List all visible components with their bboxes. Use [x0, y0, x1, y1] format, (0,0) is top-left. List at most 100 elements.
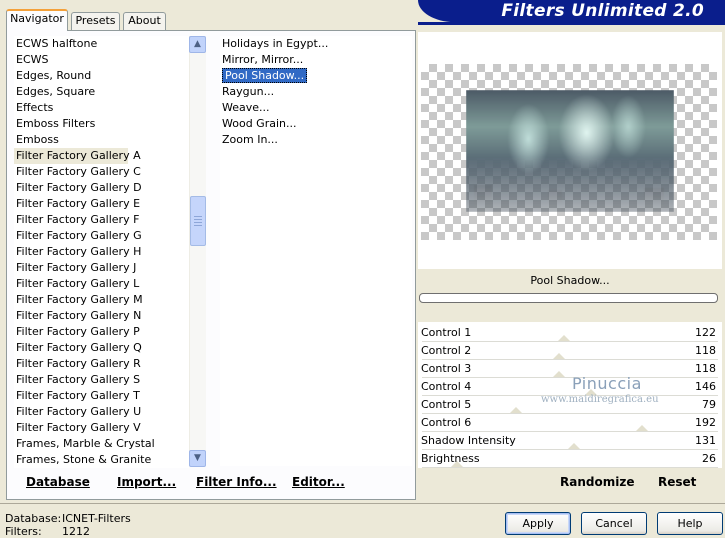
preview-image — [466, 90, 674, 212]
tab-navigator[interactable]: Navigator — [6, 9, 68, 31]
category-item[interactable]: Edges, Square — [14, 84, 189, 100]
database-status-value: ICNET-Filters — [62, 512, 131, 525]
control-slider-row[interactable]: Control 1 122 — [418, 324, 722, 342]
watermark-url: www.maidiregrafica.eu — [541, 394, 659, 405]
slider-thumb[interactable] — [553, 371, 566, 377]
category-item[interactable]: Filter Factory Gallery Q — [14, 340, 189, 356]
category-item[interactable]: Filter Factory Gallery P — [14, 324, 189, 340]
app-title: Filters Unlimited 2.0 — [501, 1, 704, 21]
thumb-grip — [194, 216, 202, 217]
control-slider-row[interactable]: Brightness 26 — [418, 450, 722, 468]
filter-item[interactable]: Weave... — [220, 100, 412, 116]
category-item[interactable]: Frames, Marble & Crystal — [14, 436, 189, 452]
category-item[interactable]: Filter Factory Gallery F — [14, 212, 189, 228]
category-item[interactable]: Filter Factory Gallery J — [14, 260, 189, 276]
category-item[interactable]: Filter Factory Gallery U — [14, 404, 189, 420]
slider-thumb[interactable] — [553, 353, 566, 359]
control-label: Brightness — [421, 452, 480, 465]
database-button[interactable]: Database — [26, 472, 90, 492]
category-item[interactable]: ECWS — [14, 52, 189, 68]
control-label: Control 3 — [421, 362, 472, 375]
footer-divider — [0, 503, 725, 504]
thumb-grip — [194, 219, 202, 220]
database-label: Database — [26, 475, 90, 489]
control-label: Shadow Intensity — [421, 434, 516, 447]
control-value: 26 — [702, 452, 716, 465]
control-slider-row[interactable]: Shadow Intensity 131 — [418, 432, 722, 450]
apply-button[interactable]: Apply — [505, 512, 571, 535]
category-item[interactable]: Emboss Filters — [14, 116, 189, 132]
category-list[interactable]: ECWS halftone ECWS Edges, Round Edges, Squa… — [14, 36, 189, 468]
progress-bar — [419, 293, 718, 303]
scroll-down-button[interactable]: ▼ — [189, 450, 206, 467]
filters-status-value: 1212 — [62, 525, 90, 538]
control-label: Control 2 — [421, 344, 472, 357]
control-value: 79 — [702, 398, 716, 411]
slider-thumb[interactable] — [567, 443, 580, 449]
category-item[interactable]: Frames, Stone & Granite — [14, 452, 189, 468]
filter-item-label: Pool Shadow... — [222, 68, 308, 83]
watermark-name: Pinuccia — [572, 374, 642, 393]
filters-status-label: Filters: — [5, 525, 42, 538]
control-label: Control 5 — [421, 398, 472, 411]
category-item[interactable]: Filter Factory Gallery T — [14, 388, 189, 404]
category-item[interactable]: Filter Factory Gallery C — [14, 164, 189, 180]
filter-info-label: Filter Info... — [196, 475, 277, 489]
import-button[interactable]: Import... — [117, 472, 176, 492]
category-item[interactable]: Filter Factory Gallery D — [14, 180, 189, 196]
control-label: Control 4 — [421, 380, 472, 393]
thumb-grip — [194, 225, 202, 226]
cancel-button[interactable]: Cancel — [581, 512, 647, 535]
scroll-thumb[interactable] — [190, 196, 206, 246]
editor-button[interactable]: Editor... — [292, 472, 345, 492]
category-item[interactable]: Filter Factory Gallery H — [14, 244, 189, 260]
filter-item[interactable]: Zoom In... — [220, 132, 412, 148]
reset-button[interactable]: Reset — [658, 472, 696, 492]
control-value: 118 — [695, 344, 716, 357]
category-item[interactable]: Effects — [14, 100, 189, 116]
category-item[interactable]: Filter Factory Gallery R — [14, 356, 189, 372]
import-label: Import... — [117, 475, 177, 489]
randomize-button[interactable]: Randomize — [560, 472, 634, 492]
category-item[interactable]: Edges, Round — [14, 68, 189, 84]
category-item[interactable]: Emboss — [14, 132, 189, 148]
filter-list[interactable]: Holidays in Egypt... Mirror, Mirror... Poo… — [220, 36, 412, 466]
category-item[interactable]: Filter Factory Gallery E — [14, 196, 189, 212]
category-item[interactable]: Filter Factory Gallery N — [14, 308, 189, 324]
category-scrollbar[interactable] — [189, 36, 206, 466]
category-item[interactable]: Filter Factory Gallery A — [14, 148, 141, 164]
control-value: 122 — [695, 326, 716, 339]
filter-item[interactable]: Raygun... — [220, 84, 412, 100]
control-slider-row[interactable]: Control 3 118 — [418, 360, 722, 378]
filter-info-button[interactable]: Filter Info... — [196, 472, 277, 492]
category-item[interactable]: Filter Factory Gallery S — [14, 372, 189, 388]
slider-thumb[interactable] — [557, 335, 570, 341]
filter-item[interactable]: Mirror, Mirror... — [220, 52, 412, 68]
database-status-label: Database: — [5, 512, 62, 525]
help-button[interactable]: Help — [657, 512, 723, 535]
control-slider-row[interactable]: Control 2 118 — [418, 342, 722, 360]
control-value: 192 — [695, 416, 716, 429]
editor-label: Editor... — [292, 475, 345, 489]
category-item[interactable]: Filter Factory Gallery V — [14, 420, 189, 436]
control-value: 146 — [695, 380, 716, 393]
control-label: Control 6 — [421, 416, 472, 429]
current-filter-name: Pool Shadow... — [418, 270, 722, 292]
control-label: Control 1 — [421, 326, 472, 339]
filter-item[interactable]: Holidays in Egypt... — [220, 36, 412, 52]
control-value: 131 — [695, 434, 716, 447]
category-item[interactable]: Filter Factory Gallery M — [14, 292, 189, 308]
filter-item[interactable]: Pool Shadow... — [220, 68, 412, 84]
category-item[interactable]: Filter Factory Gallery L — [14, 276, 189, 292]
banner-underline — [418, 22, 725, 25]
category-item[interactable]: Filter Factory Gallery G — [14, 228, 189, 244]
control-value: 118 — [695, 362, 716, 375]
control-slider-row[interactable]: Control 6 192 — [418, 414, 722, 432]
filter-item[interactable]: Wood Grain... — [220, 116, 412, 132]
tab-presets[interactable]: Presets — [71, 12, 120, 30]
slider-thumb[interactable] — [510, 407, 523, 413]
scroll-up-button[interactable]: ▲ — [189, 36, 206, 53]
slider-thumb[interactable] — [635, 425, 648, 431]
category-item[interactable]: ECWS halftone — [14, 36, 189, 52]
tab-about[interactable]: About — [123, 12, 166, 30]
